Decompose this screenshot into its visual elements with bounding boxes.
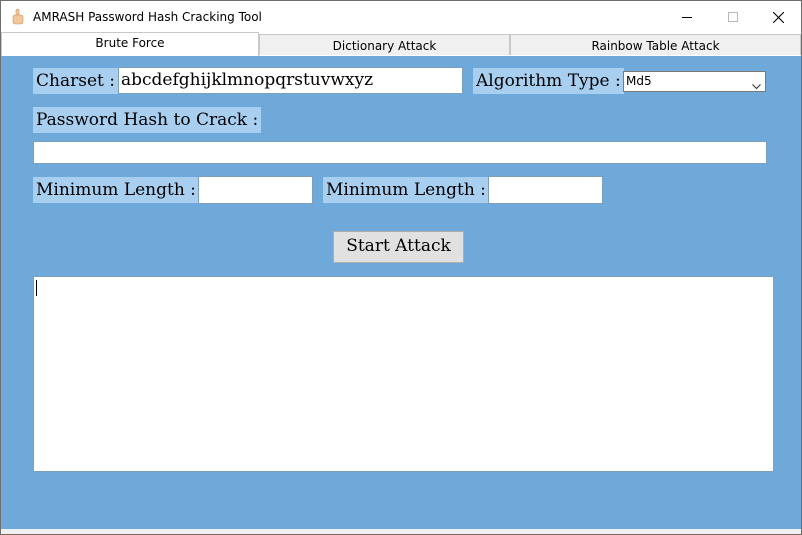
brute-force-panel: Charset : abcdefghijklmnopqrstuvwxyz Alg… <box>1 56 801 529</box>
maximize-button[interactable] <box>710 1 756 33</box>
tab-bar: Brute Force Dictionary Attack Rainbow Ta… <box>1 32 801 56</box>
close-icon <box>772 11 784 23</box>
tab-rainbow-table-attack[interactable]: Rainbow Table Attack <box>510 34 801 55</box>
window-bottom-edge <box>1 529 801 534</box>
minimum-length-label: Minimum Length : <box>33 177 199 203</box>
algorithm-type-select[interactable]: Md5 <box>623 71 766 92</box>
close-button[interactable] <box>755 1 801 33</box>
tab-dictionary-attack[interactable]: Dictionary Attack <box>259 34 510 55</box>
output-textarea[interactable] <box>33 276 774 472</box>
password-hash-label: Password Hash to Crack : <box>33 107 262 133</box>
tab-brute-force[interactable]: Brute Force <box>1 32 259 56</box>
text-cursor <box>36 280 37 296</box>
chevron-down-icon <box>752 77 761 95</box>
charset-input[interactable]: abcdefghijklmnopqrstuvwxyz <box>118 67 463 94</box>
minimum-length-label-2: Minimum Length : <box>323 177 489 203</box>
algorithm-type-label: Algorithm Type : <box>473 68 624 94</box>
password-hash-input[interactable] <box>33 141 767 164</box>
minimum-length-input-2[interactable] <box>488 176 603 204</box>
window-title: AMRASH Password Hash Cracking Tool <box>33 10 262 24</box>
title-bar[interactable]: AMRASH Password Hash Cracking Tool <box>1 1 801 33</box>
minimize-icon <box>682 17 692 18</box>
start-attack-button[interactable]: Start Attack <box>333 231 464 263</box>
hand-pointer-icon <box>9 8 27 26</box>
minimum-length-input[interactable] <box>198 176 313 204</box>
charset-label: Charset : <box>33 68 118 94</box>
app-window: AMRASH Password Hash Cracking Tool Brute… <box>0 0 802 535</box>
minimize-button[interactable] <box>664 1 710 33</box>
algorithm-selected-value: Md5 <box>626 74 652 88</box>
maximize-icon <box>728 12 738 22</box>
